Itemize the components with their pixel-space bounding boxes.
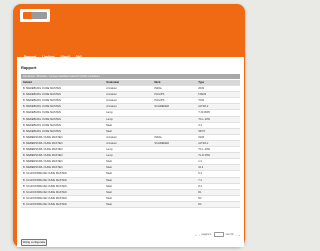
report-table: Gebied Onderdeel Merk Type B. MEDEBURG O… <box>21 80 240 208</box>
page-label: pagina 1 <box>201 233 212 236</box>
content-panel: Rapport Armaturen / Boreken / Lampen wer… <box>17 57 244 247</box>
cell-type: D4 <box>196 201 240 208</box>
company-logo[interactable] <box>20 9 50 22</box>
app-header: Rapport Limiteer Wordt DMI <box>20 9 242 59</box>
table-body: B. MEDEBURG OUDE MASTEN Armatuur INDAL 2033… <box>21 85 240 208</box>
page-number-input[interactable] <box>213 231 224 238</box>
configure-button[interactable]: Wijzig configuratie <box>21 239 47 246</box>
filter-summary-bar: Armaturen / Boreken / Lampen werklijst o… <box>21 74 240 79</box>
prev-page-icon[interactable]: ‹ <box>199 233 200 237</box>
first-page-icon[interactable]: « <box>195 233 197 237</box>
page-title: Rapport <box>21 65 37 70</box>
pagination: « ‹ pagina 1 van 60 › » <box>137 231 240 238</box>
last-page-icon[interactable]: » <box>238 233 240 237</box>
logo-mark <box>23 12 47 19</box>
cell-merk <box>152 201 197 208</box>
cell-gebied: B. SCHOONSBLOEI OUDE MASTEN <box>21 201 105 208</box>
cell-onderdeel: Mast <box>104 201 153 208</box>
page-count-label: van 60 <box>225 233 234 236</box>
table-row[interactable]: B. SCHOONSBLOEI OUDE MASTEN Mast D4 <box>21 201 240 208</box>
next-page-icon[interactable]: › <box>235 233 236 237</box>
